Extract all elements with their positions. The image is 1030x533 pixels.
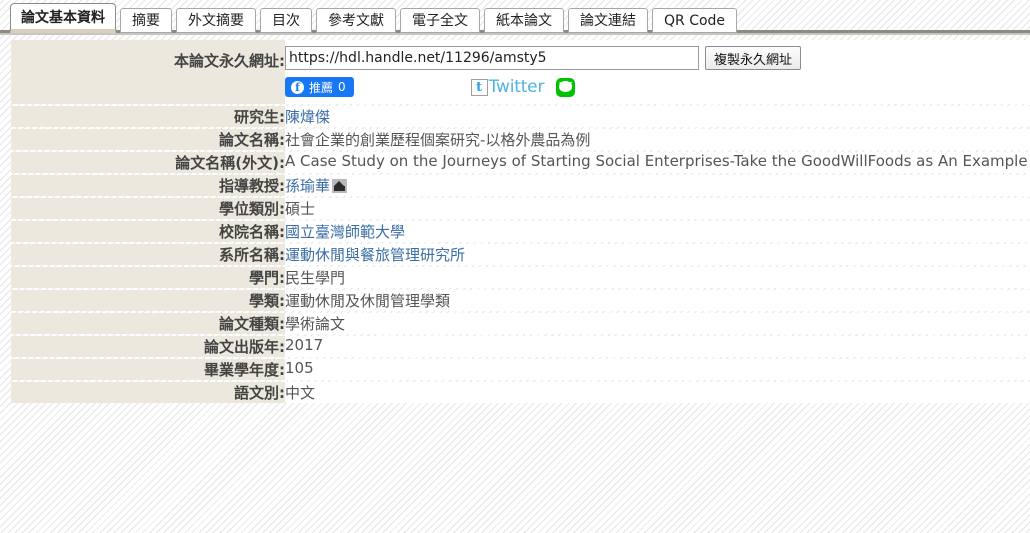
field-value-cell: A Case Study on the Journeys of Starting…: [285, 152, 1030, 173]
field-value-cell: 碩士: [285, 198, 1030, 219]
facebook-recommend-count: 0: [338, 80, 346, 94]
twitter-label: Twitter: [488, 77, 545, 97]
table-row: 畢業學年度: 105: [11, 359, 1030, 380]
twitter-icon: t: [470, 78, 488, 96]
field-value-text: 105: [285, 359, 314, 377]
field-label: 系所名稱:: [11, 244, 285, 265]
social-share-row: f 推薦 0 t Twitter: [285, 76, 1030, 98]
field-value-cell: 孫瑜華: [285, 175, 1030, 196]
field-label: 語文別:: [11, 382, 285, 403]
field-value-link[interactable]: 運動休閒與餐旅管理研究所: [285, 246, 465, 264]
field-value-text: 運動休閒及休閒管理學類: [285, 292, 451, 310]
field-label: 學類:: [11, 290, 285, 311]
tab-bar: 論文基本資料 摘要 外文摘要 目次 參考文獻 電子全文 紙本論文 論文連結 QR Code: [10, 3, 741, 33]
tab-6[interactable]: 紙本論文: [484, 8, 564, 33]
field-value-text: 中文: [285, 384, 316, 402]
field-value-cell: 運動休閒與餐旅管理研究所: [285, 244, 1030, 265]
field-label: 指導教授:: [11, 175, 285, 196]
field-value-link[interactable]: 陳煒傑: [285, 108, 330, 126]
facebook-recommend-label: 推薦: [309, 80, 334, 95]
field-value-text: 民生學門: [285, 269, 346, 287]
detail-content: 本論文永久網址: 複製永久網址 f 推薦 0: [11, 38, 1030, 533]
field-value-cell: 2017: [285, 336, 1030, 357]
field-label: 校院名稱:: [11, 221, 285, 242]
tab-3[interactable]: 目次: [260, 8, 312, 33]
tab-0[interactable]: 論文基本資料: [10, 3, 116, 33]
field-value-cell: 國立臺灣師範大學: [285, 221, 1030, 242]
table-row: 學類: 運動休閒及休閒管理學類: [11, 290, 1030, 311]
line-share-icon[interactable]: [556, 77, 576, 97]
table-row: 論文種類: 學術論文: [11, 313, 1030, 334]
field-label: 學位類別:: [11, 198, 285, 219]
field-label: 論文名稱:: [11, 129, 285, 150]
tab-5[interactable]: 電子全文: [400, 8, 480, 33]
copy-permalink-button[interactable]: 複製永久網址: [705, 46, 802, 70]
field-value-text: 學術論文: [285, 315, 346, 333]
field-value-cell: 社會企業的創業歷程個案研究-以格外農品為例: [285, 129, 1030, 150]
field-value-cell: 陳煒傑: [285, 106, 1030, 127]
field-label: 學門:: [11, 267, 285, 288]
permalink-input[interactable]: [285, 46, 699, 70]
field-value-text: A Case Study on the Journeys of Starting…: [285, 152, 1028, 170]
table-row: 論文名稱: 社會企業的創業歷程個案研究-以格外農品為例: [11, 129, 1030, 150]
field-label: 論文名稱(外文):: [11, 152, 285, 173]
tab-2[interactable]: 外文摘要: [176, 8, 256, 33]
thesis-detail-page: 論文基本資料 摘要 外文摘要 目次 參考文獻 電子全文 紙本論文 論文連結 QR Code 本論…: [0, 0, 1030, 533]
facebook-icon: f: [291, 80, 304, 94]
table-row: 論文名稱(外文): A Case Study on the Journeys of…: [11, 152, 1030, 173]
table-row: 研究生: 陳煒傑: [11, 106, 1030, 127]
field-value-text: 2017: [285, 336, 324, 354]
table-row: 校院名稱: 國立臺灣師範大學: [11, 221, 1030, 242]
table-row-permalink: 本論文永久網址: 複製永久網址 f 推薦 0: [11, 40, 1030, 104]
table-row: 學門: 民生學門: [11, 267, 1030, 288]
field-value-cell: 民生學門: [285, 267, 1030, 288]
field-value-link[interactable]: 國立臺灣師範大學: [285, 223, 405, 241]
field-label: 研究生:: [11, 106, 285, 127]
table-row: 系所名稱: 運動休閒與餐旅管理研究所: [11, 244, 1030, 265]
table-row: 論文出版年: 2017: [11, 336, 1030, 357]
permalink-label: 本論文永久網址:: [11, 40, 285, 104]
table-row: 語文別: 中文: [11, 382, 1030, 403]
field-label: 論文出版年:: [11, 336, 285, 357]
permalink-controls: 複製永久網址: [285, 46, 1030, 70]
tab-7[interactable]: 論文連結: [568, 8, 648, 33]
facebook-recommend-button[interactable]: f 推薦 0: [285, 77, 354, 97]
twitter-share-button[interactable]: t Twitter: [470, 77, 545, 97]
tab-4[interactable]: 參考文獻: [316, 8, 396, 33]
field-value-cell: 105: [285, 359, 1030, 380]
table-row: 學位類別: 碩士: [11, 198, 1030, 219]
field-value-text: 社會企業的創業歷程個案研究-以格外農品為例: [285, 131, 591, 149]
field-value-cell: 學術論文: [285, 313, 1030, 334]
institution-icon: [332, 179, 348, 193]
permalink-value-cell: 複製永久網址 f 推薦 0 t Twitter: [285, 40, 1030, 104]
table-row: 指導教授: 孫瑜華: [11, 175, 1030, 196]
field-value-cell: 中文: [285, 382, 1030, 403]
field-label: 論文種類:: [11, 313, 285, 334]
thesis-detail-table: 本論文永久網址: 複製永久網址 f 推薦 0: [11, 38, 1030, 405]
field-value-cell: 運動休閒及休閒管理學類: [285, 290, 1030, 311]
field-value-link[interactable]: 孫瑜華: [285, 177, 330, 195]
tab-1[interactable]: 摘要: [120, 8, 172, 33]
tab-8[interactable]: QR Code: [652, 8, 738, 33]
field-value-text: 碩士: [285, 200, 316, 218]
field-label: 畢業學年度:: [11, 359, 285, 380]
